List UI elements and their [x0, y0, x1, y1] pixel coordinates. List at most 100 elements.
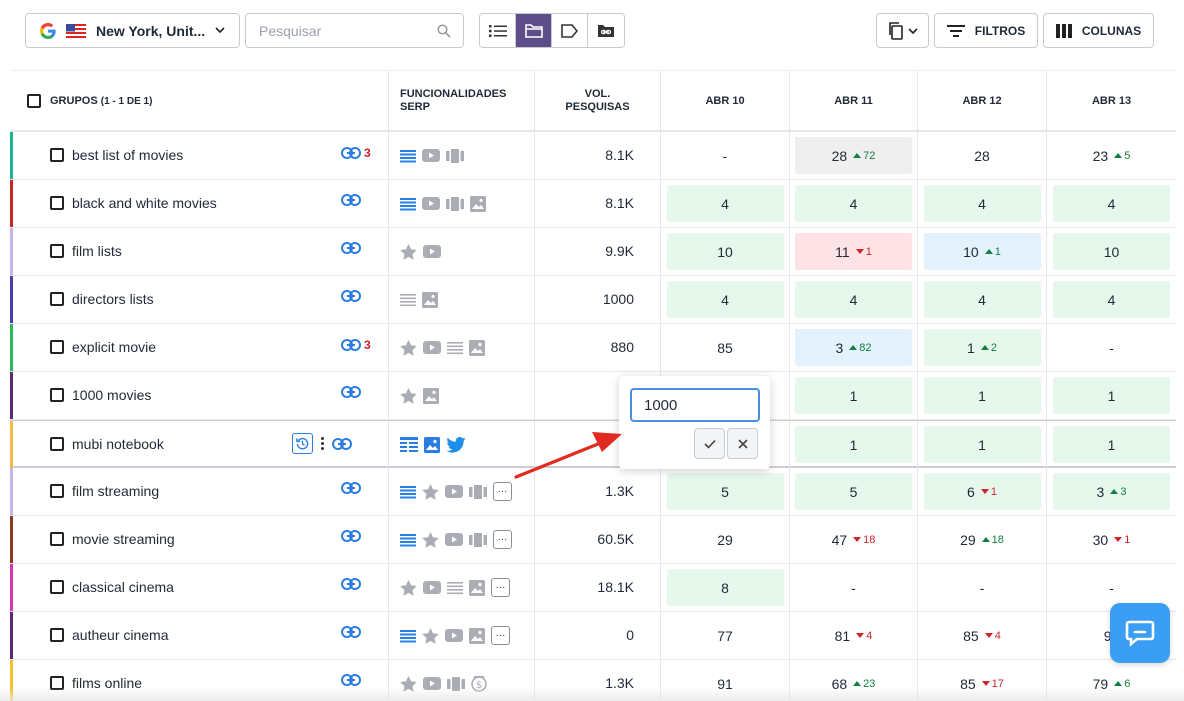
position-value[interactable]: 4 [666, 281, 784, 318]
row-checkbox[interactable] [50, 340, 64, 354]
ranking-url[interactable] [341, 530, 361, 542]
confirm-button[interactable] [694, 428, 725, 459]
ranking-url[interactable] [341, 386, 361, 398]
search-volume[interactable]: 60.5K [535, 516, 661, 563]
date-header[interactable]: ABR 11 [790, 71, 918, 131]
history-button[interactable] [292, 433, 313, 454]
ranking-url[interactable]: 3 [341, 338, 371, 352]
ranking-url[interactable] [341, 626, 361, 638]
position-value[interactable]: 30 1 [1053, 521, 1170, 558]
position-value[interactable]: 5 [666, 473, 784, 510]
position-value[interactable]: 8 [666, 569, 784, 606]
search-volume[interactable]: 1000 [535, 276, 661, 323]
ranking-url[interactable] [341, 290, 361, 302]
position-value[interactable]: 28 [924, 137, 1041, 174]
more-features-button[interactable]: ··· [493, 482, 512, 501]
more-features-button[interactable]: ··· [491, 578, 510, 597]
position-value[interactable]: 29 18 [924, 521, 1041, 558]
search-volume[interactable]: 18.1K [535, 564, 661, 611]
folder-view-button[interactable] [516, 14, 552, 47]
position-value[interactable]: 77 [667, 617, 784, 654]
position-value[interactable]: 1 [795, 426, 912, 463]
position-value[interactable]: 81 4 [795, 617, 912, 654]
volume-edit-input[interactable] [630, 388, 760, 422]
row-checkbox[interactable] [50, 437, 64, 451]
position-value[interactable]: 3 82 [795, 329, 912, 366]
position-value[interactable]: 4 [1053, 281, 1170, 318]
position-value[interactable]: 10 [1053, 233, 1170, 270]
position-value[interactable]: 28 72 [795, 137, 912, 174]
search-volume[interactable]: 8.1K [535, 180, 661, 227]
position-value[interactable]: - [1053, 329, 1170, 366]
search-input[interactable] [259, 22, 429, 39]
ranking-url[interactable] [341, 674, 361, 686]
copy-menu-button[interactable] [876, 13, 929, 48]
location-select[interactable]: New York, Unit... [25, 13, 240, 48]
search-volume[interactable]: 8.1K [535, 132, 661, 179]
search-volume[interactable]: 0 [535, 612, 661, 659]
row-checkbox[interactable] [50, 196, 64, 210]
search-field[interactable] [245, 13, 464, 48]
ranking-url[interactable] [341, 578, 361, 590]
position-value[interactable]: 1 [795, 377, 912, 414]
cancel-button[interactable] [727, 428, 758, 459]
row-checkbox[interactable] [50, 532, 64, 546]
position-value[interactable]: 4 [795, 185, 912, 222]
position-value[interactable]: 5 [795, 473, 912, 510]
position-value[interactable]: 61 [923, 473, 1041, 510]
position-value[interactable]: 47 18 [795, 521, 912, 558]
position-value[interactable]: - [667, 137, 784, 174]
position-value[interactable]: - [924, 569, 1041, 606]
search-volume[interactable]: 1.3K [535, 468, 661, 515]
position-value[interactable]: 1 [1053, 377, 1170, 414]
row-checkbox[interactable] [50, 484, 64, 498]
search-volume[interactable]: 880 [535, 324, 661, 371]
volume-header[interactable]: VOL. PESQUISAS [535, 71, 661, 131]
position-value[interactable]: 10 [666, 233, 784, 270]
list-view-button[interactable] [480, 14, 516, 47]
position-value[interactable]: 1 [923, 377, 1041, 414]
position-value[interactable]: 10 1 [923, 233, 1041, 270]
chat-widget-button[interactable] [1110, 603, 1170, 663]
position-value[interactable]: 1 [923, 426, 1041, 463]
date-header[interactable]: ABR 12 [918, 71, 1047, 131]
url-view-button[interactable] [588, 14, 624, 47]
ranking-url[interactable] [341, 194, 361, 206]
row-checkbox[interactable] [50, 580, 64, 594]
search-volume[interactable]: 9.9K [535, 228, 661, 275]
ranking-url[interactable] [341, 242, 361, 254]
row-checkbox[interactable] [50, 148, 64, 162]
columns-button[interactable]: COLUNAS [1043, 13, 1154, 48]
more-features-button[interactable]: ··· [491, 626, 510, 645]
position-value[interactable]: 85 [667, 329, 784, 366]
select-all-checkbox[interactable] [27, 94, 41, 108]
row-checkbox[interactable] [50, 244, 64, 258]
ranking-url[interactable]: 3 [341, 146, 371, 160]
position-value[interactable]: 85 4 [924, 617, 1041, 654]
position-value[interactable]: 11 1 [795, 233, 912, 270]
position-value[interactable]: 23 5 [1053, 137, 1170, 174]
search-icon[interactable] [437, 24, 451, 38]
position-value[interactable]: 33 [1053, 473, 1170, 510]
position-value[interactable]: 29 [667, 521, 784, 558]
position-value[interactable]: 1 [1053, 426, 1170, 463]
serp-features-header[interactable]: FUNCIONALIDADES SERP [389, 71, 535, 131]
row-checkbox[interactable] [50, 388, 64, 402]
tag-view-button[interactable] [552, 14, 588, 47]
position-value[interactable]: 12 [923, 329, 1041, 366]
date-header[interactable]: ABR 10 [661, 71, 790, 131]
position-value[interactable]: - [795, 569, 912, 606]
position-value[interactable]: 4 [666, 185, 784, 222]
position-value[interactable]: 4 [923, 281, 1041, 318]
link-icon[interactable] [332, 437, 352, 450]
ranking-url[interactable] [341, 482, 361, 494]
more-options-icon[interactable] [321, 437, 324, 450]
row-checkbox[interactable] [50, 628, 64, 642]
position-value[interactable]: 4 [1053, 185, 1170, 222]
more-features-button[interactable]: ··· [493, 530, 512, 549]
date-header[interactable]: ABR 13 [1047, 71, 1176, 131]
position-value[interactable]: - [1053, 569, 1170, 606]
row-checkbox[interactable] [50, 292, 64, 306]
filters-button[interactable]: FILTROS [934, 13, 1038, 48]
position-value[interactable]: 4 [795, 281, 912, 318]
